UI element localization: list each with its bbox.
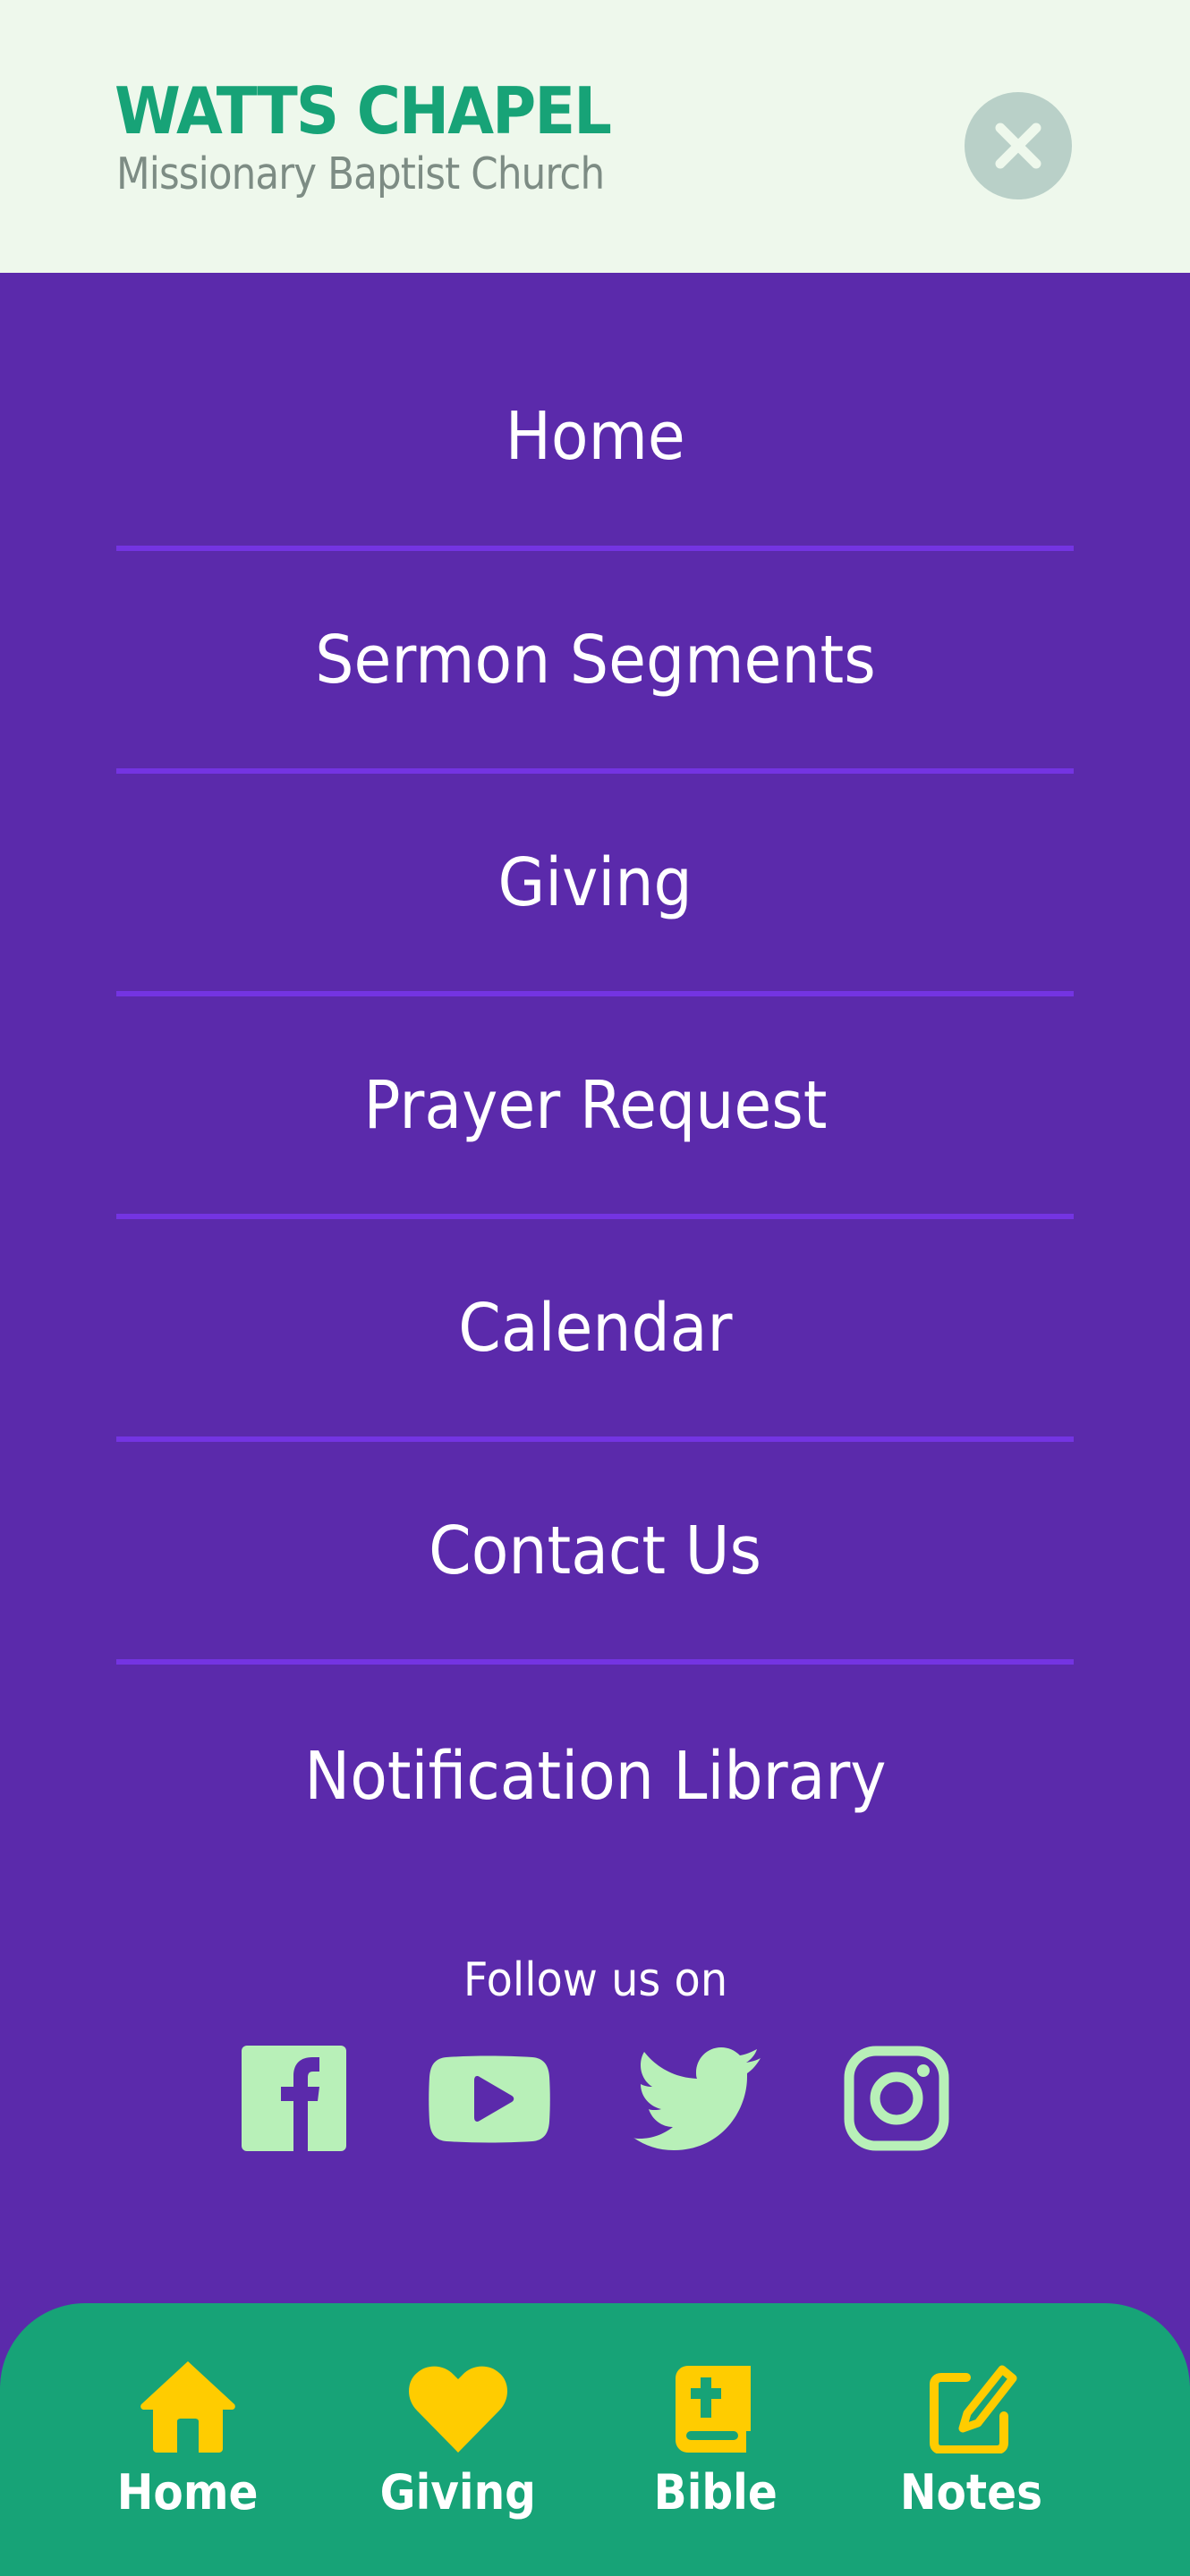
menu-item-giving[interactable]: Giving bbox=[116, 774, 1074, 996]
nav-giving[interactable]: Giving bbox=[369, 2303, 548, 2576]
menu-item-calendar[interactable]: Calendar bbox=[116, 1219, 1074, 1442]
nav-notes[interactable]: Notes bbox=[881, 2303, 1060, 2576]
logo-subtitle: Missionary Baptist Church bbox=[116, 148, 605, 199]
menu-item-home[interactable]: Home bbox=[116, 273, 1074, 551]
menu-item-notification-library[interactable]: Notification Library bbox=[116, 1665, 1074, 1887]
nav-label: Home bbox=[117, 2464, 259, 2521]
nav-label: Notes bbox=[899, 2464, 1042, 2521]
heart-icon bbox=[409, 2366, 507, 2453]
facebook-icon bbox=[242, 2046, 346, 2151]
header: WATTS CHAPEL Missionary Baptist Church bbox=[0, 0, 1190, 273]
menu-item-label: Contact Us bbox=[429, 1512, 761, 1589]
menu-item-label: Giving bbox=[497, 843, 693, 921]
nav-label: Giving bbox=[379, 2464, 537, 2521]
instagram-link[interactable] bbox=[844, 2046, 949, 2151]
menu-item-label: Calendar bbox=[457, 1289, 733, 1367]
menu-item-label: Home bbox=[505, 397, 685, 475]
youtube-icon bbox=[429, 2055, 550, 2143]
home-icon bbox=[140, 2361, 235, 2453]
menu-item-prayer-request[interactable]: Prayer Request bbox=[116, 996, 1074, 1219]
nav-home[interactable]: Home bbox=[98, 2303, 277, 2576]
youtube-link[interactable] bbox=[429, 2055, 550, 2143]
bible-icon bbox=[676, 2366, 752, 2453]
bottom-nav: Home Giving Bible Notes bbox=[0, 2303, 1190, 2576]
close-icon bbox=[995, 123, 1041, 169]
menu-item-label: Notification Library bbox=[303, 1737, 887, 1815]
instagram-icon bbox=[844, 2046, 949, 2151]
menu-item-label: Prayer Request bbox=[363, 1066, 827, 1144]
logo-title: WATTS CHAPEL bbox=[115, 73, 612, 148]
menu-item-sermon-segments[interactable]: Sermon Segments bbox=[116, 551, 1074, 774]
nav-label: Bible bbox=[653, 2464, 778, 2521]
close-menu-button[interactable] bbox=[965, 92, 1072, 199]
follow-us-heading: Follow us on bbox=[0, 1957, 1190, 2004]
nav-bible[interactable]: Bible bbox=[626, 2303, 805, 2576]
side-menu: Home Sermon Segments Giving Prayer Reque… bbox=[116, 273, 1074, 1887]
menu-item-label: Sermon Segments bbox=[314, 621, 876, 699]
follow-us-text: Follow us on bbox=[463, 1953, 727, 2007]
twitter-icon bbox=[633, 2047, 761, 2150]
twitter-link[interactable] bbox=[633, 2046, 761, 2151]
facebook-link[interactable] bbox=[242, 2046, 346, 2151]
notes-icon bbox=[930, 2365, 1017, 2453]
menu-item-contact-us[interactable]: Contact Us bbox=[116, 1442, 1074, 1665]
